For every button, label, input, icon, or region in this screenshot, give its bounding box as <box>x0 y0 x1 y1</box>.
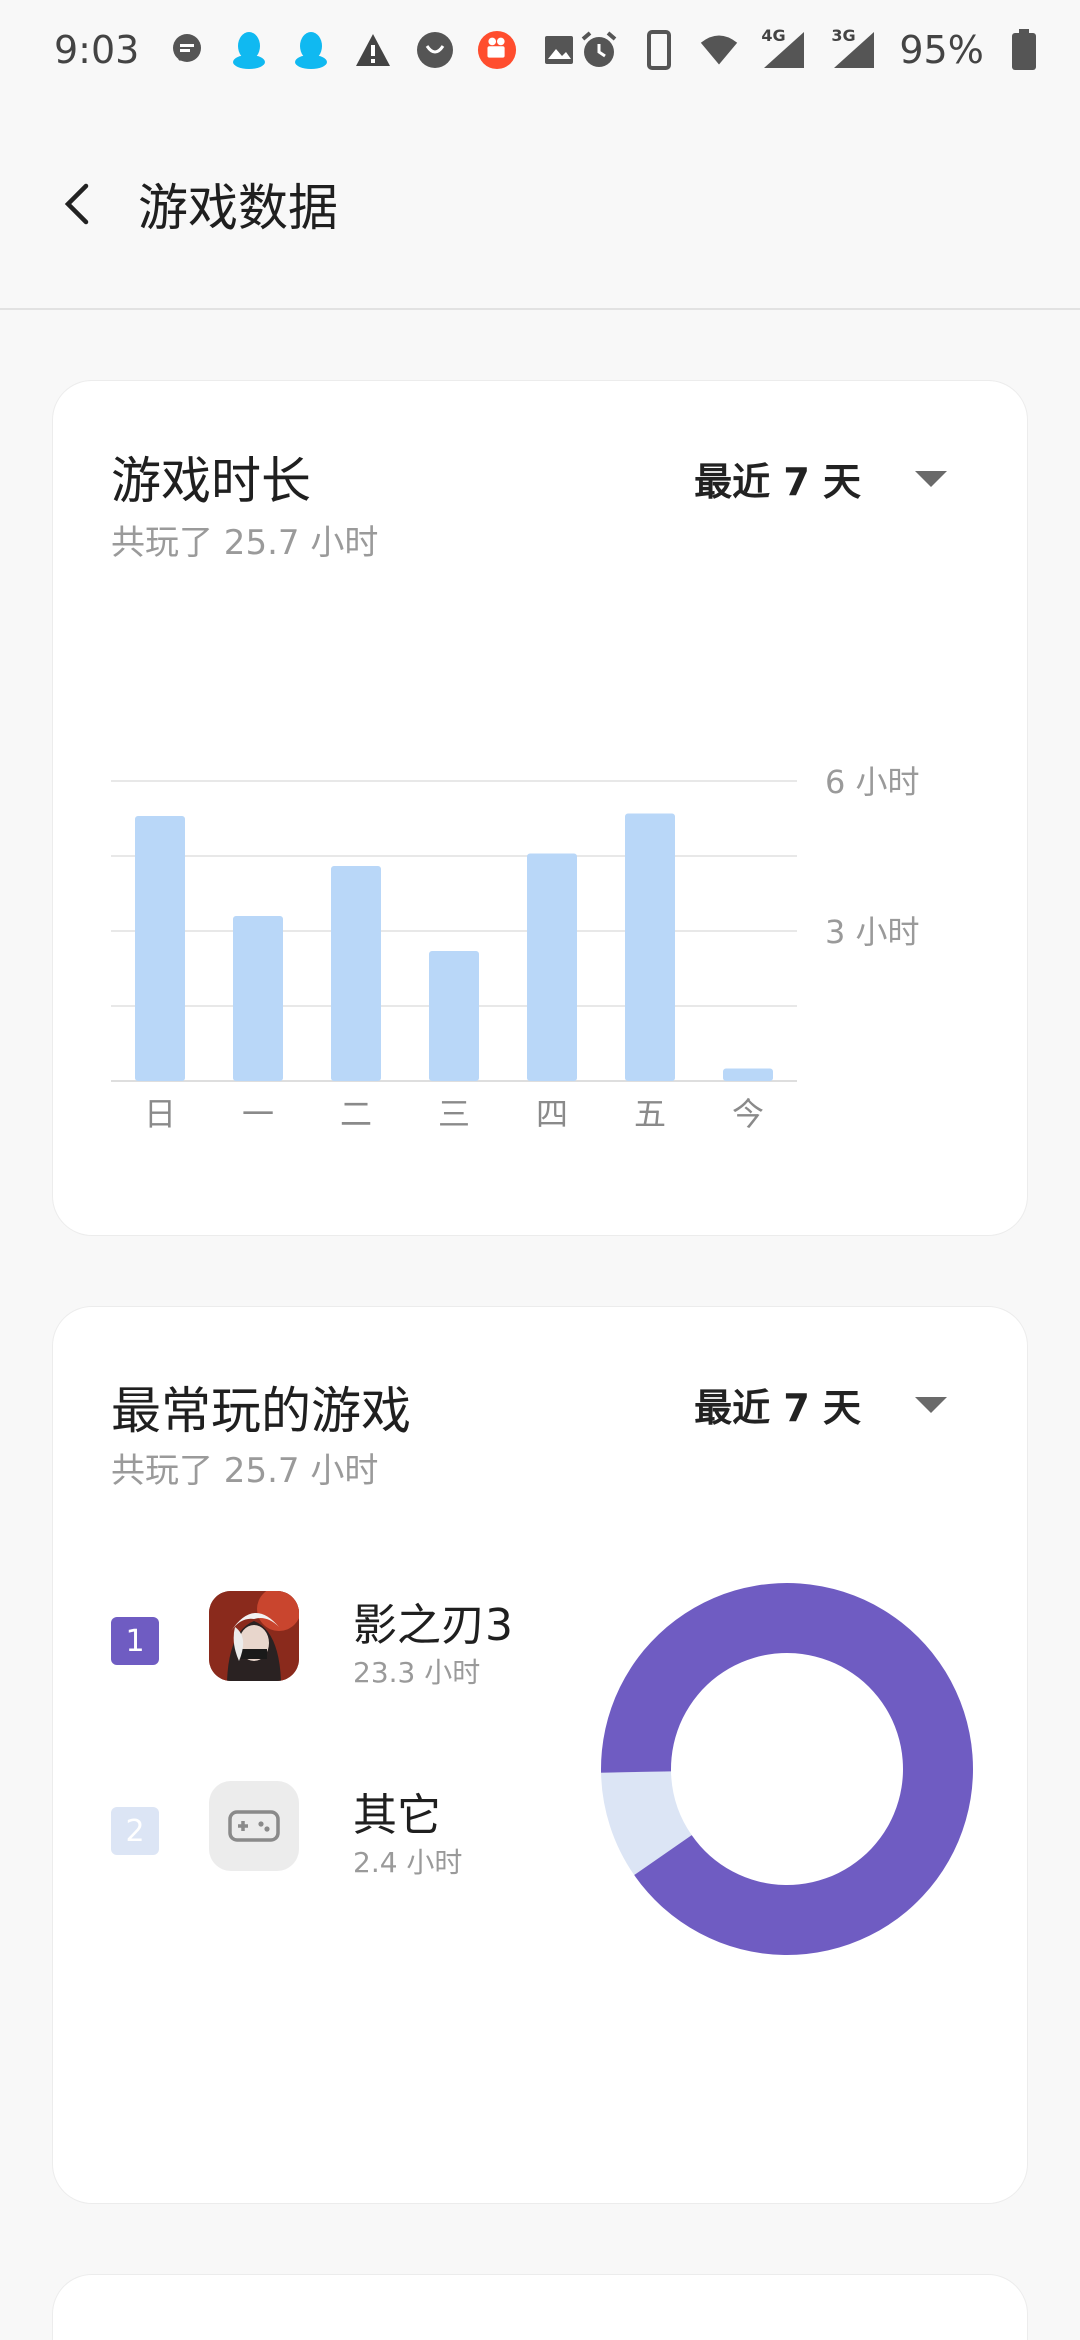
most-played-donut-chart <box>601 1582 973 1955</box>
notification-icons <box>167 30 579 70</box>
chart-bar <box>429 951 479 1081</box>
donut-slice-main <box>601 1582 973 1955</box>
taobao-icon <box>415 30 455 70</box>
x-tick-label: 三 <box>438 1095 470 1133</box>
app-bar: 游戏数据 <box>0 100 1080 310</box>
gallery-icon <box>539 30 579 70</box>
play-duration-card: 游戏时长 共玩了 25.7 小时 最近 7 天 6 小时 3 小时日一二三四五今 <box>52 380 1028 1236</box>
qq-icon <box>291 30 331 70</box>
wifi-icon <box>699 30 739 70</box>
x-tick-label: 五 <box>634 1095 666 1133</box>
battery-percent: 95% <box>899 28 984 72</box>
chart-bar <box>233 916 283 1081</box>
battery-icon <box>1004 29 1044 70</box>
chart-bar <box>625 813 675 1081</box>
network-label-1: 4G <box>761 26 786 45</box>
duration-bar-chart: 6 小时 3 小时日 一 二 三 四 五 今 <box>111 763 920 1133</box>
signal-3g-icon: 3G <box>829 26 879 70</box>
system-icons: 4G 3G 95% <box>579 26 1044 72</box>
chart-bar <box>331 866 381 1081</box>
x-tick-label: 四 <box>536 1095 568 1133</box>
signal-4g-icon: 4G <box>759 26 809 70</box>
x-tick-label: 今 <box>732 1095 764 1133</box>
warning-icon <box>353 30 393 70</box>
page-title: 游戏数据 <box>138 179 338 237</box>
y-tick-label: 6 小时 <box>825 763 920 801</box>
x-tick-label: 日 <box>144 1095 176 1133</box>
x-tick-label: 二 <box>340 1095 372 1133</box>
most-played-card: 最常玩的游戏 共玩了 25.7 小时 最近 7 天 1 影之刃3 23.3 小时… <box>52 1306 1028 2204</box>
y-tick-label: 3 小时 <box>825 913 920 951</box>
chart-bar <box>135 816 185 1081</box>
message-icon <box>167 30 207 70</box>
network-label-2: 3G <box>831 26 856 45</box>
kuaishou-icon <box>477 30 517 70</box>
x-tick-label: 一 <box>242 1095 274 1133</box>
chart-bar <box>723 1068 773 1081</box>
phone-icon <box>639 30 679 70</box>
qq-icon <box>229 30 269 70</box>
alarm-icon <box>579 30 619 70</box>
chart-bar <box>527 853 577 1081</box>
status-bar: 9:03 4G 3G 95% <box>0 0 1080 100</box>
back-arrow-icon <box>64 183 89 225</box>
status-time: 9:03 <box>54 28 140 72</box>
back-button[interactable] <box>52 169 102 239</box>
third-card <box>52 2274 1028 2340</box>
